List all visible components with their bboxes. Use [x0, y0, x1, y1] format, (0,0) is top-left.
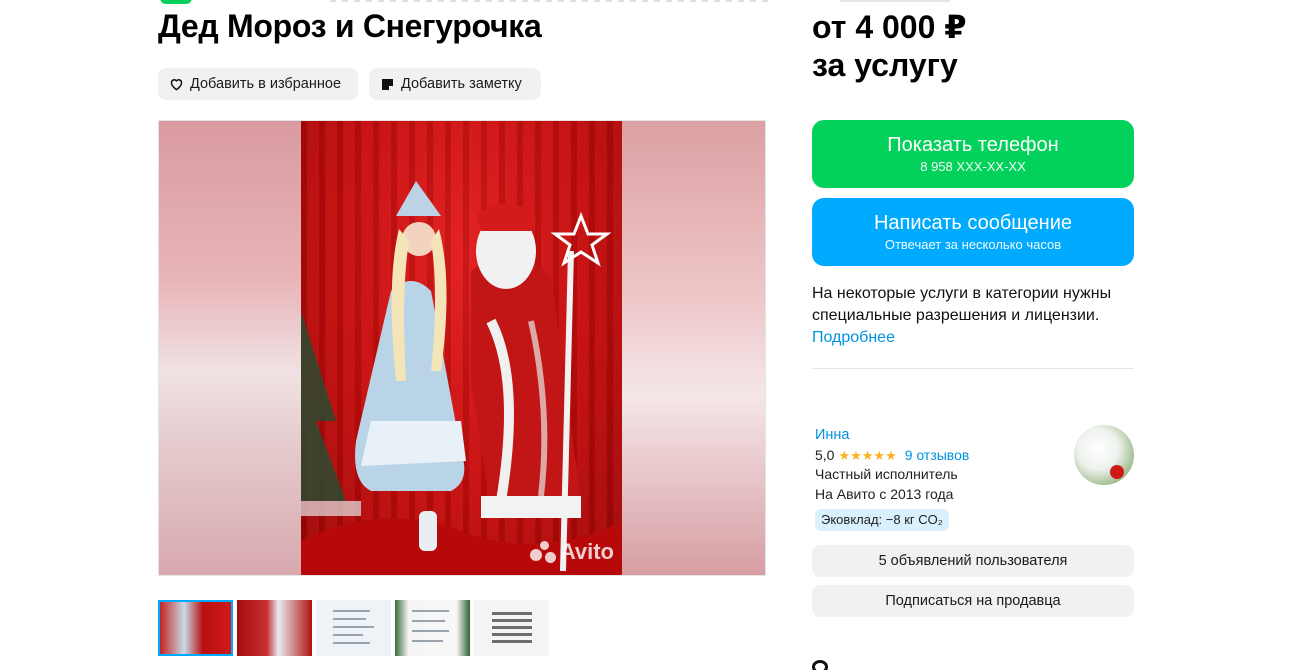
page-title: Дед Мороз и Снегурочка	[158, 8, 542, 44]
license-notice-text: На некоторые услуги в категории нужны сп…	[812, 285, 1112, 324]
seller-ads-button[interactable]: 5 объявлений пользователя	[812, 545, 1134, 577]
avito-watermark-text: Avito	[559, 539, 614, 564]
avito-logo-icon	[529, 541, 556, 563]
show-phone-button[interactable]: Показать телефон 8 958 XXX-XX-XX	[812, 120, 1134, 188]
write-message-button[interactable]: Написать сообщение Отвечает за несколько…	[812, 198, 1134, 266]
next-section-heading-cut	[812, 660, 828, 670]
thumbnail-1[interactable]	[158, 600, 233, 656]
seller-info: Инна 5,0 ★★★★★ 9 отзывов Частный исполни…	[815, 426, 1075, 531]
santa-snow-maiden-illustration	[301, 181, 624, 575]
reviews-link[interactable]: 9 отзывов	[905, 446, 970, 466]
divider	[812, 368, 1134, 369]
photo-gallery[interactable]: Avito	[158, 120, 766, 576]
add-note-button[interactable]: Добавить заметку	[369, 68, 541, 100]
seller-name[interactable]: Инна	[815, 426, 1075, 446]
price: от 4 000 ₽ за услугу	[812, 8, 967, 84]
gallery-blur-left	[159, 121, 301, 575]
seller-since: На Авито с 2013 года	[815, 485, 954, 502]
show-phone-label: Показать телефон	[887, 134, 1059, 156]
thumbnail-5[interactable]	[474, 600, 549, 656]
seller-type: Частный исполнитель	[815, 466, 958, 482]
main-photo[interactable]: Avito	[301, 121, 624, 575]
license-notice: На некоторые услуги в категории нужны сп…	[812, 283, 1142, 349]
breadcrumb-cut	[330, 0, 770, 2]
thumbnail-4[interactable]	[395, 600, 470, 656]
thumbnail-2[interactable]	[237, 600, 312, 656]
note-icon	[379, 76, 395, 92]
thumbnail-3[interactable]	[316, 600, 391, 656]
subscribe-seller-button[interactable]: Подписаться на продавца	[812, 585, 1134, 617]
phone-masked: 8 958 XXX-XX-XX	[920, 159, 1026, 174]
header-cut	[840, 0, 950, 2]
price-amount: от 4 000 ₽	[812, 9, 967, 45]
seller-avatar[interactable]	[1074, 425, 1134, 485]
category-badge	[160, 0, 192, 4]
avito-watermark: Avito	[529, 539, 614, 565]
gallery-blur-right	[622, 121, 765, 575]
thumbnail-strip	[158, 600, 549, 656]
heart-icon	[168, 76, 184, 92]
add-to-favorites-label: Добавить в избранное	[190, 76, 342, 92]
eco-badge[interactable]: Эковклад: −8 кг CO₂	[815, 509, 949, 531]
write-message-label: Написать сообщение	[873, 212, 1072, 234]
response-time: Отвечает за несколько часов	[884, 237, 1062, 252]
more-info-link[interactable]: Подробнее	[812, 327, 1142, 349]
add-to-favorites-button[interactable]: Добавить в избранное	[158, 68, 358, 100]
add-note-label: Добавить заметку	[401, 76, 522, 92]
star-rating-icon: ★★★★★	[838, 447, 897, 463]
rating-value: 5,0	[815, 446, 835, 463]
price-unit: за услугу	[812, 47, 958, 83]
seller-rating: 5,0 ★★★★★ 9 отзывов	[815, 446, 1075, 466]
